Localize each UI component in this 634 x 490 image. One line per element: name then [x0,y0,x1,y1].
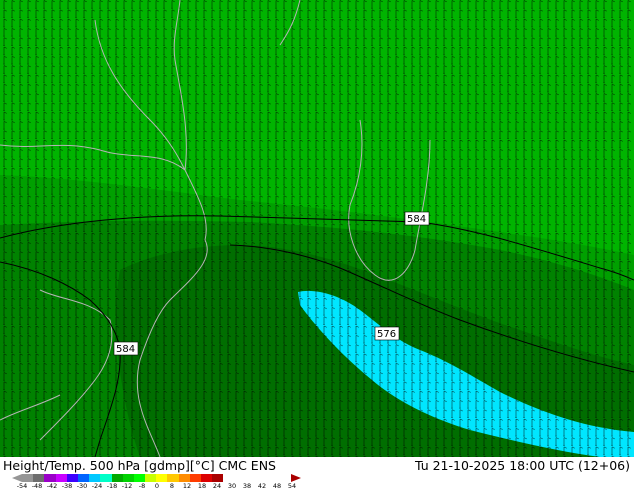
colorbar-segment [156,474,168,482]
colorbar-segment [22,474,34,482]
colorbar-tick-label: -42 [46,482,58,490]
colorbar-segment [100,474,112,482]
contour-label-text: 584 [116,344,135,355]
colorbar-segment [111,474,123,482]
colorbar-tick-label: 30 [227,482,237,490]
contour-label-584-east: 584 [404,211,430,226]
contour-label-text: 576 [377,329,396,340]
wind-barb-field [0,0,634,457]
colorbar-segment [44,474,56,482]
colorbar-segment [212,474,224,482]
colorbar-tick-label: 54 [287,482,297,490]
colorbar-left-arrow [12,474,22,482]
colorbar-segment [55,474,67,482]
colorbar-tick-label: -24 [91,482,103,490]
map-panel: 584 584 576 Height/Temp. 500 hPa [gdmp][… [0,0,634,490]
colorbar-segment [189,474,201,482]
colorbar-tick-label: -30 [76,482,88,490]
colorbar [22,474,224,482]
contour-label-584-west: 584 [113,341,139,356]
colorbar-segment [122,474,134,482]
colorbar-tick-label: 12 [182,482,192,490]
colorbar-segment [201,474,213,482]
colorbar-segment [145,474,157,482]
colorbar-tick-label: -48 [31,482,43,490]
colorbar-tick-label: 42 [257,482,267,490]
colorbar-right-arrow [291,474,301,482]
valid-time: Tu 21-10-2025 18:00 UTC (12+06) [414,458,630,473]
contour-label-576: 576 [374,326,400,341]
colorbar-segment [66,474,78,482]
colorbar-tick-label: -18 [106,482,118,490]
colorbar-tick-label: -12 [121,482,133,490]
colorbar-tick-label: 48 [272,482,282,490]
colorbar-segment [178,474,190,482]
colorbar-segment [33,474,45,482]
colorbar-tick-label: 0 [154,482,160,490]
colorbar-tick-label: 18 [197,482,207,490]
map-title: Height/Temp. 500 hPa [gdmp][°C] CMC ENS [3,458,276,473]
colorbar-tick-label: -8 [138,482,146,490]
colorbar-segment [77,474,90,482]
contour-label-text: 584 [407,214,426,225]
colorbar-tick-label: -38 [61,482,73,490]
colorbar-tick-label: 24 [212,482,222,490]
colorbar-segment [89,474,101,482]
colorbar-segment [133,474,146,482]
colorbar-tick-label: -54 [16,482,28,490]
colorbar-segment [167,474,179,482]
map-canvas: 584 584 576 [0,0,634,457]
colorbar-tick-label: 38 [242,482,252,490]
colorbar-tick-label: 8 [169,482,175,490]
